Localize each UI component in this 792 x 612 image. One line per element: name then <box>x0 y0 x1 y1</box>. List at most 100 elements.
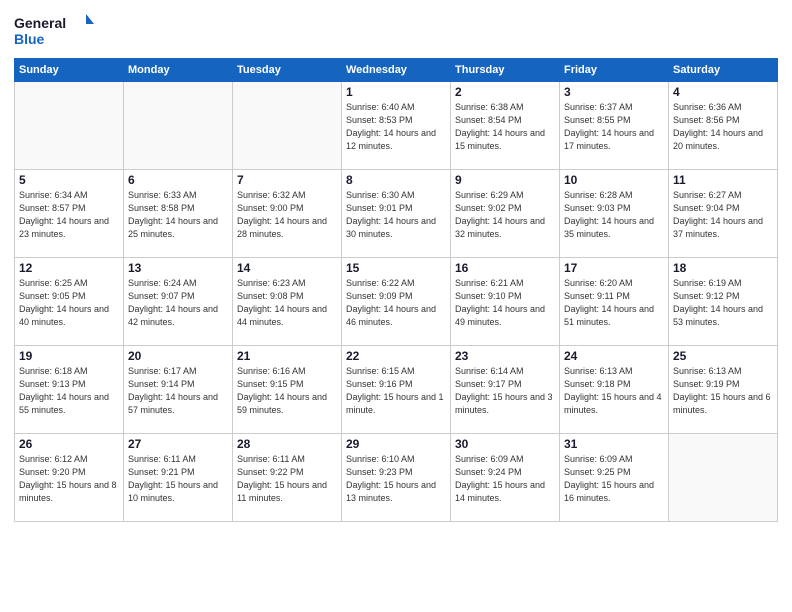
day-info: Sunrise: 6:40 AM Sunset: 8:53 PM Dayligh… <box>346 101 446 153</box>
day-number: 16 <box>455 261 555 275</box>
day-cell: 2Sunrise: 6:38 AM Sunset: 8:54 PM Daylig… <box>451 82 560 170</box>
day-number: 23 <box>455 349 555 363</box>
day-info: Sunrise: 6:19 AM Sunset: 9:12 PM Dayligh… <box>673 277 773 329</box>
day-cell <box>669 434 778 522</box>
week-row-1: 1 Sunrise: 6:40 AM Sunset: 8:53 PM Daylig… <box>15 82 778 170</box>
day-info: Sunrise: 6:09 AM Sunset: 9:25 PM Dayligh… <box>564 453 664 505</box>
day-cell: 31 Sunrise: 6:09 AM Sunset: 9:25 PM Dayli… <box>560 434 669 522</box>
day-number: 21 <box>237 349 337 363</box>
day-info: Sunrise: 6:33 AM Sunset: 8:58 PM Dayligh… <box>128 189 228 241</box>
day-number: 10 <box>564 173 664 187</box>
day-cell: 11 Sunrise: 6:27 AM Sunset: 9:04 PM Dayli… <box>669 170 778 258</box>
day-number: 17 <box>564 261 664 275</box>
day-cell: 23 Sunrise: 6:14 AM Sunset: 9:17 PM Dayli… <box>451 346 560 434</box>
svg-text:Blue: Blue <box>14 31 45 47</box>
day-cell: 10 Sunrise: 6:28 AM Sunset: 9:03 PM Dayli… <box>560 170 669 258</box>
col-header-tuesday: Tuesday <box>233 59 342 82</box>
day-cell: 3 Sunrise: 6:37 AM Sunset: 8:55 PM Daylig… <box>560 82 669 170</box>
day-info: Sunrise: 6:09 AM Sunset: 9:24 PM Dayligh… <box>455 453 555 505</box>
day-info: Sunrise: 6:30 AM Sunset: 9:01 PM Dayligh… <box>346 189 446 241</box>
col-header-monday: Monday <box>124 59 233 82</box>
day-number: 4 <box>673 85 773 99</box>
day-cell: 30 Sunrise: 6:09 AM Sunset: 9:24 PM Dayli… <box>451 434 560 522</box>
day-cell: 28 Sunrise: 6:11 AM Sunset: 9:22 PM Dayli… <box>233 434 342 522</box>
logo: General Blue <box>14 10 94 50</box>
day-number: 12 <box>19 261 119 275</box>
day-number: 15 <box>346 261 446 275</box>
day-info: Sunrise: 6:34 AM Sunset: 8:57 PM Dayligh… <box>19 189 119 241</box>
day-info: Sunrise: 6:18 AM Sunset: 9:13 PM Dayligh… <box>19 365 119 417</box>
day-cell: 13Sunrise: 6:24 AM Sunset: 9:07 PM Dayli… <box>124 258 233 346</box>
day-number: 18 <box>673 261 773 275</box>
day-cell: 26 Sunrise: 6:12 AM Sunset: 9:20 PM Dayli… <box>15 434 124 522</box>
col-header-sunday: Sunday <box>15 59 124 82</box>
page: General Blue SundayMondayTuesdayWednesda… <box>0 0 792 612</box>
day-cell: 22 Sunrise: 6:15 AM Sunset: 9:16 PM Dayli… <box>342 346 451 434</box>
header-row: SundayMondayTuesdayWednesdayThursdayFrid… <box>15 59 778 82</box>
day-info: Sunrise: 6:11 AM Sunset: 9:22 PM Dayligh… <box>237 453 337 505</box>
col-header-friday: Friday <box>560 59 669 82</box>
day-info: Sunrise: 6:36 AM Sunset: 8:56 PM Dayligh… <box>673 101 773 153</box>
day-number: 5 <box>19 173 119 187</box>
day-number: 28 <box>237 437 337 451</box>
day-info: Sunrise: 6:11 AM Sunset: 9:21 PM Dayligh… <box>128 453 228 505</box>
day-number: 1 <box>346 85 446 99</box>
day-info: Sunrise: 6:22 AM Sunset: 9:09 PM Dayligh… <box>346 277 446 329</box>
day-cell: 17 Sunrise: 6:20 AM Sunset: 9:11 PM Dayli… <box>560 258 669 346</box>
day-number: 24 <box>564 349 664 363</box>
day-cell: 27 Sunrise: 6:11 AM Sunset: 9:21 PM Dayli… <box>124 434 233 522</box>
day-number: 29 <box>346 437 446 451</box>
day-cell <box>15 82 124 170</box>
day-cell <box>233 82 342 170</box>
day-info: Sunrise: 6:17 AM Sunset: 9:14 PM Dayligh… <box>128 365 228 417</box>
day-cell: 16 Sunrise: 6:21 AM Sunset: 9:10 PM Dayli… <box>451 258 560 346</box>
day-cell: 5 Sunrise: 6:34 AM Sunset: 8:57 PM Daylig… <box>15 170 124 258</box>
day-number: 22 <box>346 349 446 363</box>
day-info: Sunrise: 6:13 AM Sunset: 9:19 PM Dayligh… <box>673 365 773 417</box>
day-info: Sunrise: 6:15 AM Sunset: 9:16 PM Dayligh… <box>346 365 446 417</box>
day-info: Sunrise: 6:29 AM Sunset: 9:02 PM Dayligh… <box>455 189 555 241</box>
day-cell: 24 Sunrise: 6:13 AM Sunset: 9:18 PM Dayli… <box>560 346 669 434</box>
day-number: 14 <box>237 261 337 275</box>
day-info: Sunrise: 6:23 AM Sunset: 9:08 PM Dayligh… <box>237 277 337 329</box>
day-number: 2 <box>455 85 555 99</box>
day-info: Sunrise: 6:20 AM Sunset: 9:11 PM Dayligh… <box>564 277 664 329</box>
day-info: Sunrise: 6:37 AM Sunset: 8:55 PM Dayligh… <box>564 101 664 153</box>
day-info: Sunrise: 6:14 AM Sunset: 9:17 PM Dayligh… <box>455 365 555 417</box>
logo-svg: General Blue <box>14 10 94 50</box>
svg-text:General: General <box>14 15 66 31</box>
day-number: 30 <box>455 437 555 451</box>
day-info: Sunrise: 6:16 AM Sunset: 9:15 PM Dayligh… <box>237 365 337 417</box>
day-cell: 15 Sunrise: 6:22 AM Sunset: 9:09 PM Dayli… <box>342 258 451 346</box>
col-header-wednesday: Wednesday <box>342 59 451 82</box>
day-cell: 20Sunrise: 6:17 AM Sunset: 9:14 PM Dayli… <box>124 346 233 434</box>
day-number: 27 <box>128 437 228 451</box>
day-number: 26 <box>19 437 119 451</box>
header: General Blue <box>14 10 778 50</box>
day-number: 3 <box>564 85 664 99</box>
day-number: 11 <box>673 173 773 187</box>
day-info: Sunrise: 6:27 AM Sunset: 9:04 PM Dayligh… <box>673 189 773 241</box>
week-row-5: 26 Sunrise: 6:12 AM Sunset: 9:20 PM Dayli… <box>15 434 778 522</box>
week-row-4: 19 Sunrise: 6:18 AM Sunset: 9:13 PM Dayli… <box>15 346 778 434</box>
col-header-saturday: Saturday <box>669 59 778 82</box>
day-cell: 9 Sunrise: 6:29 AM Sunset: 9:02 PM Daylig… <box>451 170 560 258</box>
day-cell: 19 Sunrise: 6:18 AM Sunset: 9:13 PM Dayli… <box>15 346 124 434</box>
day-number: 9 <box>455 173 555 187</box>
col-header-thursday: Thursday <box>451 59 560 82</box>
day-cell: 8Sunrise: 6:30 AM Sunset: 9:01 PM Daylig… <box>342 170 451 258</box>
day-info: Sunrise: 6:13 AM Sunset: 9:18 PM Dayligh… <box>564 365 664 417</box>
day-cell: 14 Sunrise: 6:23 AM Sunset: 9:08 PM Dayli… <box>233 258 342 346</box>
day-cell: 12 Sunrise: 6:25 AM Sunset: 9:05 PM Dayli… <box>15 258 124 346</box>
day-number: 13 <box>128 261 228 275</box>
day-info: Sunrise: 6:28 AM Sunset: 9:03 PM Dayligh… <box>564 189 664 241</box>
day-number: 19 <box>19 349 119 363</box>
day-number: 31 <box>564 437 664 451</box>
calendar-table: SundayMondayTuesdayWednesdayThursdayFrid… <box>14 58 778 522</box>
day-info: Sunrise: 6:25 AM Sunset: 9:05 PM Dayligh… <box>19 277 119 329</box>
day-info: Sunrise: 6:21 AM Sunset: 9:10 PM Dayligh… <box>455 277 555 329</box>
day-info: Sunrise: 6:10 AM Sunset: 9:23 PM Dayligh… <box>346 453 446 505</box>
day-info: Sunrise: 6:32 AM Sunset: 9:00 PM Dayligh… <box>237 189 337 241</box>
day-info: Sunrise: 6:12 AM Sunset: 9:20 PM Dayligh… <box>19 453 119 505</box>
day-cell: 1 Sunrise: 6:40 AM Sunset: 8:53 PM Daylig… <box>342 82 451 170</box>
